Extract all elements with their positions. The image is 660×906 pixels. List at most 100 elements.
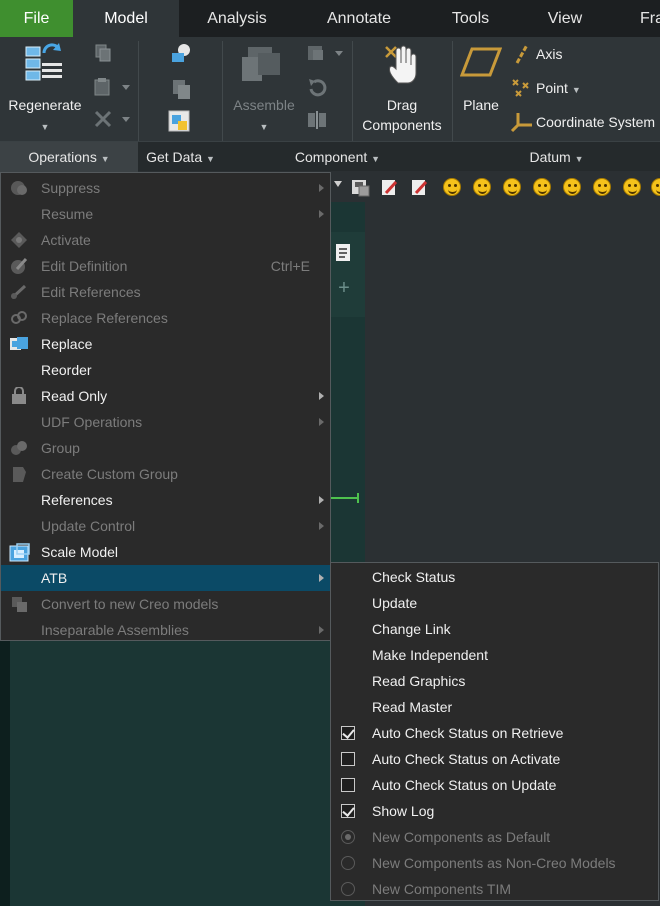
- atb-item-auto-check-status-on-update[interactable]: Auto Check Status on Update: [331, 772, 658, 798]
- radio-unselected-icon[interactable]: [341, 882, 355, 896]
- point-button[interactable]: Point ▼: [536, 78, 581, 100]
- smiley-icon[interactable]: [443, 178, 461, 196]
- axis-icon[interactable]: [512, 43, 532, 65]
- save-view-icon[interactable]: [350, 177, 370, 197]
- repeat-icon[interactable]: [305, 77, 329, 99]
- smiley-icon[interactable]: [533, 178, 551, 196]
- menu-item-reorder[interactable]: Reorder: [1, 357, 330, 383]
- menu-item-convert-to-new-creo-models[interactable]: Convert to new Creo models: [1, 591, 330, 617]
- coordinate-system-icon[interactable]: [510, 111, 534, 133]
- assemble-button[interactable]: Assemble: [222, 95, 306, 115]
- point-icon[interactable]: [510, 77, 532, 99]
- atb-item-label: New Components as Non-Creo Models: [372, 855, 616, 871]
- atb-item-new-components-tim[interactable]: New Components TIM: [331, 876, 658, 902]
- smiley-icon[interactable]: [651, 178, 660, 196]
- plane-icon[interactable]: [459, 45, 503, 79]
- atb-item-new-components-as-default[interactable]: New Components as Default: [331, 824, 658, 850]
- radio-selected-icon[interactable]: [341, 830, 355, 844]
- smiley-icon[interactable]: [503, 178, 521, 196]
- regenerate-dropdown[interactable]: ▼: [4, 115, 86, 137]
- convert-icon: [9, 595, 29, 613]
- menu-item-edit-references[interactable]: Edit References: [1, 279, 330, 305]
- radio-unselected-icon[interactable]: [341, 856, 355, 870]
- group-get-data-label: Get Data: [146, 149, 203, 165]
- menu-item-read-only[interactable]: Read Only: [1, 383, 330, 409]
- menu-item-update-control[interactable]: Update Control: [1, 513, 330, 539]
- menu-item-replace-references[interactable]: Replace References: [1, 305, 330, 331]
- drag-hand-icon[interactable]: [382, 43, 422, 85]
- tab-tools[interactable]: Tools: [423, 0, 518, 37]
- regenerate-icon[interactable]: [22, 41, 68, 85]
- point-label: Point: [536, 80, 568, 96]
- atb-item-check-status[interactable]: Check Status: [331, 564, 658, 590]
- atb-item-auto-check-status-on-retrieve[interactable]: Auto Check Status on Retrieve: [331, 720, 658, 746]
- tab-annotate[interactable]: Annotate: [295, 0, 423, 37]
- merge-inheritance-icon[interactable]: [166, 109, 194, 135]
- group-datum[interactable]: Datum ▼: [453, 142, 660, 172]
- edit-view-alt-icon[interactable]: [410, 177, 430, 197]
- axis-button[interactable]: Axis: [536, 44, 562, 64]
- smiley-icon[interactable]: [593, 178, 611, 196]
- copy-icon[interactable]: [92, 43, 114, 63]
- atb-item-show-log[interactable]: Show Log: [331, 798, 658, 824]
- replace-icon: [9, 335, 29, 353]
- drag-components-label-2[interactable]: Components: [352, 115, 452, 135]
- group-icon: [9, 439, 29, 457]
- assemble-icon[interactable]: [240, 45, 284, 85]
- menu-item-replace[interactable]: Replace: [1, 331, 330, 357]
- menu-item-resume[interactable]: Resume: [1, 201, 330, 227]
- menu-item-atb[interactable]: ATB: [1, 565, 330, 591]
- group-get-data[interactable]: Get Data ▼: [139, 142, 222, 172]
- tab-analysis[interactable]: Analysis: [179, 0, 295, 37]
- menu-item-references[interactable]: References: [1, 487, 330, 513]
- menu-item-label: Resume: [41, 206, 94, 222]
- atb-item-new-components-as-non-creo-models[interactable]: New Components as Non-Creo Models: [331, 850, 658, 876]
- group-operations[interactable]: Operations ▼: [0, 142, 138, 172]
- delete-icon[interactable]: [92, 109, 132, 129]
- drag-components-label-1[interactable]: Drag: [352, 95, 452, 115]
- smiley-icon[interactable]: [473, 178, 491, 196]
- checkbox-unchecked-icon[interactable]: [341, 778, 355, 792]
- paste-icon[interactable]: [92, 77, 132, 97]
- atb-item-label: New Components as Default: [372, 829, 551, 845]
- tab-model[interactable]: Model: [73, 0, 179, 37]
- create-component-icon[interactable]: [305, 43, 345, 65]
- menu-item-scale-model[interactable]: Scale Model: [1, 539, 330, 565]
- coordinate-system-button[interactable]: Coordinate System: [536, 112, 655, 132]
- plane-button[interactable]: Plane: [455, 95, 507, 115]
- atb-item-auto-check-status-on-activate[interactable]: Auto Check Status on Activate: [331, 746, 658, 772]
- atb-item-change-link[interactable]: Change Link: [331, 616, 658, 642]
- copy-geometry-icon[interactable]: [168, 77, 194, 101]
- group-component[interactable]: Component ▼: [223, 142, 452, 172]
- atb-item-update[interactable]: Update: [331, 590, 658, 616]
- menu-item-activate[interactable]: Activate: [1, 227, 330, 253]
- chevron-down-icon[interactable]: [334, 181, 342, 187]
- tab-view[interactable]: View: [518, 0, 612, 37]
- add-icon[interactable]: +: [334, 278, 354, 298]
- tab-framework[interactable]: Fra: [612, 0, 660, 37]
- atb-item-label: Auto Check Status on Activate: [372, 751, 561, 767]
- tree-settings-icon[interactable]: [334, 242, 354, 264]
- assemble-dropdown[interactable]: ▼: [222, 115, 306, 137]
- menu-item-udf-operations[interactable]: UDF Operations: [1, 409, 330, 435]
- checkbox-checked-icon[interactable]: [341, 804, 355, 818]
- smiley-icon[interactable]: [623, 178, 641, 196]
- menu-item-group[interactable]: Group: [1, 435, 330, 461]
- menu-item-edit-definition[interactable]: Edit Definition Ctrl+E: [1, 253, 330, 279]
- atb-item-read-graphics[interactable]: Read Graphics: [331, 668, 658, 694]
- suppress-icon: [9, 179, 29, 197]
- user-defined-feature-icon[interactable]: [168, 41, 194, 65]
- checkbox-unchecked-icon[interactable]: [341, 752, 355, 766]
- menu-item-suppress[interactable]: Suppress: [1, 175, 330, 201]
- atb-item-make-independent[interactable]: Make Independent: [331, 642, 658, 668]
- edit-view-icon[interactable]: [380, 177, 400, 197]
- mirror-component-icon[interactable]: [305, 109, 329, 131]
- menu-item-create-custom-group[interactable]: Create Custom Group: [1, 461, 330, 487]
- smiley-icon[interactable]: [563, 178, 581, 196]
- menu-item-inseparable-assemblies[interactable]: Inseparable Assemblies: [1, 617, 330, 643]
- regenerate-button[interactable]: Regenerate: [4, 95, 86, 115]
- lock-icon: [9, 386, 29, 405]
- tab-file[interactable]: File: [0, 0, 73, 37]
- checkbox-checked-icon[interactable]: [341, 726, 355, 740]
- atb-item-read-master[interactable]: Read Master: [331, 694, 658, 720]
